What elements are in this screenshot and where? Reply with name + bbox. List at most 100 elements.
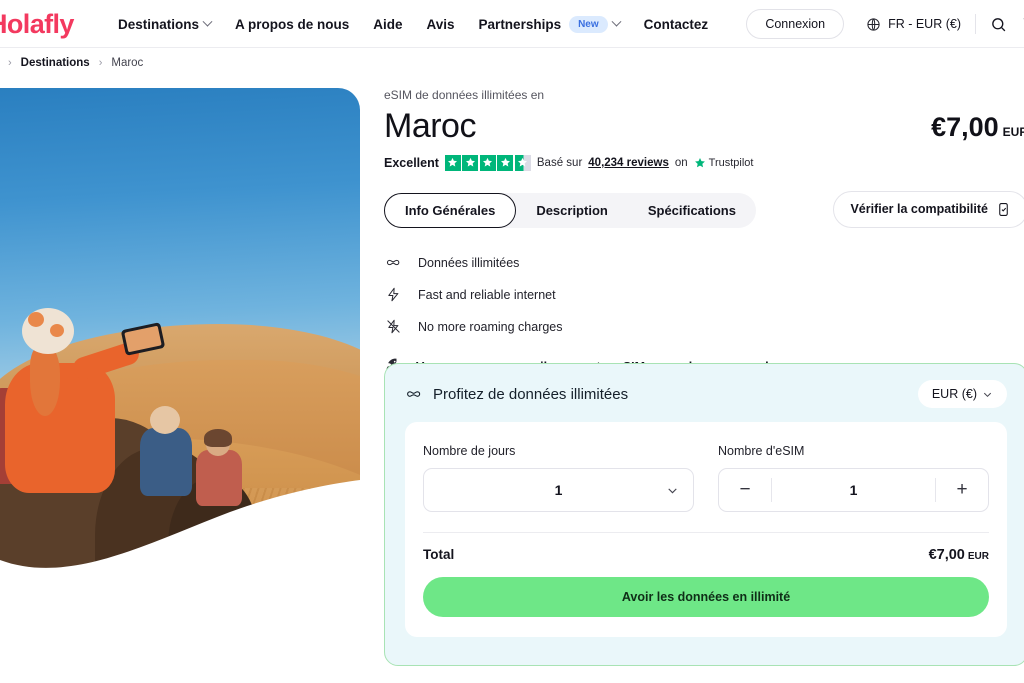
bolt-icon [384, 287, 402, 302]
nav-label: Destinations [118, 16, 200, 32]
trustpilot-name: Trustpilot [708, 156, 754, 169]
star-icon [444, 154, 461, 171]
feature-item: Données illimitées [384, 251, 1024, 275]
rider-front-body [5, 363, 115, 493]
days-field: Nombre de jours 1 [423, 444, 694, 512]
search-button[interactable] [990, 16, 1007, 33]
star-icon [462, 154, 479, 171]
pricing-heading-label: Profitez de données illimitées [433, 385, 629, 403]
nav-label: Aide [373, 16, 403, 32]
nav-item-help[interactable]: Aide [361, 0, 414, 48]
buy-unlimited-data-button[interactable]: Avoir les données en illimité [423, 577, 989, 617]
rider-back-body [196, 450, 242, 506]
star-icon [497, 154, 514, 171]
tab-info-generales[interactable]: Info Générales [384, 192, 517, 228]
rating-stars [444, 154, 531, 171]
globe-icon [867, 17, 880, 31]
increment-button[interactable]: + [936, 469, 988, 511]
main-navigation: Destinations A propos de nous Aide Avis … [118, 0, 720, 48]
tab-specifications[interactable]: Spécifications [628, 194, 756, 227]
infinity-icon [384, 254, 402, 271]
feature-item: Fast and reliable internet [384, 283, 1024, 307]
compat-label: Vérifier la compatibilité [850, 202, 988, 217]
currency-label: EUR (€) [931, 387, 977, 401]
language-currency-selector[interactable]: FR - EUR (€) [866, 17, 961, 32]
language-label: FR - EUR (€) [888, 17, 961, 31]
total-price: €7,00 [928, 547, 965, 563]
nav-label: Contactez [643, 16, 709, 32]
product-tabs: Info Générales Description Spécification… [384, 192, 756, 228]
nav-item-reviews[interactable]: Avis [415, 0, 467, 48]
currency-selector[interactable]: EUR (€) [917, 380, 1007, 408]
nav-item-contact[interactable]: Contactez [632, 0, 721, 48]
star-half-icon [514, 154, 531, 171]
pricing-card: Profitez de données illimitées EUR (€) N… [384, 363, 1024, 666]
holafly-logo[interactable]: Holafly [0, 9, 74, 40]
feature-label: No more roaming charges [418, 319, 563, 334]
feature-label: Fast and reliable internet [418, 287, 556, 302]
days-label: Nombre de jours [423, 444, 516, 458]
total-row: Total €7,00 EUR [423, 533, 989, 563]
nav-label: Avis [426, 16, 455, 32]
rating-label: Excellent [384, 155, 439, 170]
product-details: eSIM de données illimitées en Maroc €7,0… [384, 88, 1024, 378]
nav-label: A propos de nous [235, 16, 350, 32]
price-amount: €7,00 [931, 112, 999, 142]
breadcrumb: › Destinations › Maroc [0, 48, 1024, 78]
rider-front-head [22, 308, 74, 354]
rating-prefix: Basé sur [536, 156, 583, 169]
feature-list: Données illimitées Fast and reliable int… [384, 251, 1024, 378]
trustpilot-star-icon [694, 157, 705, 168]
pricing-form: Nombre de jours 1 Nombre d'eSIM − 1 + To… [405, 422, 1007, 637]
reviews-link[interactable]: 40,234 reviews [588, 157, 669, 169]
feature-item: No more roaming charges [384, 315, 1024, 339]
trustpilot-logo: Trustpilot [694, 156, 754, 169]
nav-label: Partnerships [478, 16, 562, 32]
total-currency: EUR [967, 551, 989, 562]
search-icon [992, 17, 1006, 31]
nav-item-partnerships[interactable]: Partnerships New [467, 0, 632, 48]
bolt-slash-icon [384, 319, 402, 334]
product-eyebrow: eSIM de données illimitées en [384, 88, 545, 102]
decrement-button[interactable]: − [719, 469, 771, 511]
days-select[interactable]: 1 [423, 468, 694, 512]
esim-label: Nombre d'eSIM [718, 444, 805, 458]
nav-item-about[interactable]: A propos de nous [223, 0, 361, 48]
esim-field: Nombre d'eSIM − 1 + [718, 444, 989, 512]
chevron-down-icon [202, 16, 213, 27]
breadcrumb-item-destinations[interactable]: Destinations [21, 57, 90, 69]
rider-front-scarf [30, 346, 60, 416]
pricing-heading: Profitez de données illimitées [405, 385, 628, 403]
rider-middle-body [140, 428, 192, 496]
infinity-icon [407, 391, 421, 397]
hero-image [0, 88, 360, 588]
new-badge: New [569, 15, 608, 33]
total-label: Total [423, 547, 455, 562]
chevron-down-icon [983, 392, 992, 397]
header-divider [975, 14, 976, 34]
chevron-down-icon [668, 487, 677, 493]
days-value: 1 [554, 482, 563, 498]
tab-description[interactable]: Description [516, 194, 628, 227]
breadcrumb-item-current: Maroc [111, 57, 144, 69]
product-tabs-row: Info Générales Description Spécification… [384, 190, 1024, 229]
total-amount: €7,00 EUR [929, 547, 989, 563]
header-actions: Connexion FR - EUR (€) [746, 0, 1024, 48]
trustpilot-rating: Excellent Basé sur 40,234 reviews on Tru… [384, 154, 1024, 171]
nav-item-destinations[interactable]: Destinations [118, 0, 223, 48]
check-compatibility-button[interactable]: Vérifier la compatibilité [833, 190, 1024, 228]
login-button[interactable]: Connexion [746, 9, 845, 39]
rider-back-hair [204, 429, 232, 447]
product-price: €7,00 EUR [931, 112, 1024, 143]
esim-quantity-stepper: − 1 + [718, 468, 989, 512]
pricing-card-header: Profitez de données illimitées EUR (€) [385, 364, 1024, 422]
rider-middle-head [150, 406, 180, 434]
esim-value: 1 [849, 482, 858, 498]
page-title: Maroc [384, 107, 476, 145]
pricing-fields: Nombre de jours 1 Nombre d'eSIM − 1 + [423, 444, 989, 512]
price-currency: EUR [1002, 125, 1024, 139]
star-icon [479, 154, 496, 171]
feature-label: Données illimitées [418, 255, 520, 270]
breadcrumb-separator: › [8, 57, 12, 69]
device-check-icon [999, 202, 1008, 216]
